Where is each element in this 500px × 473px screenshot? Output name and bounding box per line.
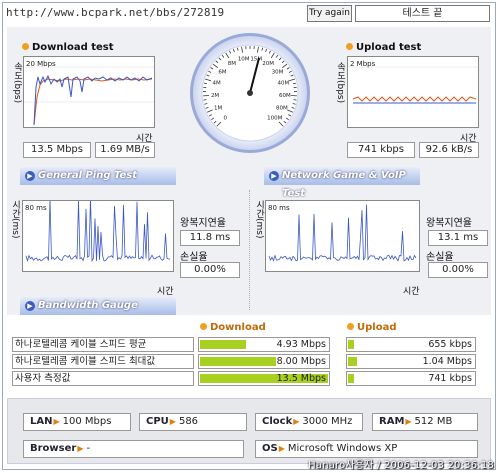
gauge-row-label: 사용자 측정값 <box>12 371 194 386</box>
dial-label: 8M <box>228 61 236 67</box>
upload-series-avg <box>352 96 477 102</box>
ping-left-rtt-value: 11.8 ms <box>180 230 240 246</box>
download-gauge-fill <box>200 357 276 366</box>
try-again-button[interactable]: Try again <box>307 5 352 22</box>
ping-left-loss-value: 0.00% <box>180 262 240 278</box>
ping-right-chart: 80 ms <box>265 200 420 272</box>
dial-label: 40M <box>278 81 290 87</box>
gauge-row-label: 하나로텔레콤 케이블 스피드 평균 <box>12 337 194 352</box>
ping-right-rtt-label: 왕복지연율 <box>426 218 472 229</box>
dial-label: 4M <box>212 81 220 87</box>
download-gauge-bar: 13.5 Mbps <box>198 371 330 386</box>
ping-right-rtt-value: 13.1 ms <box>428 230 488 246</box>
download-gauge-value: 8.00 Mbps <box>276 356 326 367</box>
tab-bandwidth-gauge[interactable]: ▶ Bandwidth Gauge <box>20 297 176 315</box>
upload-title: Upload test <box>346 42 421 53</box>
ram-info: RAM▶ 512 MB <box>372 413 478 431</box>
arrow-right-icon: ▶ <box>269 171 279 181</box>
lan-info: LAN▶ 100 Mbps <box>23 413 131 431</box>
upload-gauge-fill <box>348 374 354 383</box>
triangle-icon: ▶ <box>278 444 285 453</box>
ping-left-chart: 80 ms <box>22 196 174 272</box>
cpu-info: CPU▶ 586 <box>139 413 247 431</box>
download-gauge-value: 13.5 Mbps <box>276 373 326 384</box>
upload-gauge-value: 655 kbps <box>428 339 472 350</box>
upload-gauge-bar: 741 kbps <box>346 371 476 386</box>
dial-label: 1M <box>214 105 222 111</box>
upload-bytes: 92.6 kB/s <box>419 142 479 158</box>
gauge-upload-title: Upload <box>347 322 396 333</box>
download-scale: 20 Mbps <box>26 60 56 68</box>
gauge-download-title: Download <box>200 322 266 333</box>
tab-network-game[interactable]: ▶ Network Game & VoIP Test <box>264 167 420 199</box>
ping-left-chart-svg: 80 ms <box>25 196 171 263</box>
upload-chart-svg: 2 Mbps <box>348 60 478 104</box>
upload-gauge-bar: 1.04 Mbps <box>346 354 476 369</box>
bullet-icon <box>200 323 207 330</box>
download-gauge-fill <box>200 340 246 349</box>
upload-ylabel: 속도(bps) <box>335 62 345 104</box>
download-speed: 13.5 Mbps <box>23 142 91 158</box>
upload-gauge-value: 1.04 Mbps <box>422 356 472 367</box>
download-gauge-value: 4.93 Mbps <box>276 339 326 350</box>
download-gauge-bar: 4.93 Mbps <box>198 337 330 352</box>
ping-left-loss-label: 손실율 <box>180 252 208 263</box>
ping-left-rtt-label: 왕복지연율 <box>180 218 226 229</box>
bullet-icon <box>346 43 353 50</box>
ping-right-scale: 80 ms <box>268 204 290 212</box>
upload-chart: 2 Mbps <box>347 56 479 128</box>
bullet-icon <box>22 43 29 50</box>
arrow-right-icon: ▶ <box>25 171 35 181</box>
ping-right-loss-label: 손실율 <box>426 252 454 263</box>
triangle-icon: ▶ <box>405 417 412 426</box>
ping-left-scale: 80 ms <box>25 204 47 212</box>
dial-label: 0 <box>224 116 228 122</box>
ping-left-xlabel: 시간 <box>157 287 174 297</box>
upload-speed: 741 kbps <box>347 142 415 158</box>
page-url: http://www.bcpark.net/bbs/272819 <box>6 6 225 19</box>
dial-label: 6M <box>218 69 226 75</box>
upload-gauge-bar: 655 kbps <box>346 337 476 352</box>
dial-label: 20M <box>262 61 274 67</box>
triangle-icon: ▶ <box>77 444 84 453</box>
ping-left-ylabel: 시간(ms) <box>10 200 20 239</box>
upload-scale: 2 Mbps <box>350 60 376 68</box>
dial-label: 60M <box>279 93 291 99</box>
dial-label: 30M <box>272 69 284 75</box>
speed-dial: 0 1M 2M 4M 6M 8M 10M 15M 20M 30M 40M 60M 80M 100M <box>190 33 310 153</box>
download-chart-svg: 20 Mbps <box>24 60 154 126</box>
download-title: Download test <box>22 42 114 53</box>
upload-gauge-value: 741 kbps <box>428 373 472 384</box>
upload-gauge-fill <box>348 357 357 366</box>
browser-info: Browser▶ - <box>23 440 244 458</box>
dial-label: 10M <box>238 57 250 63</box>
dial-label: 100M <box>267 116 282 122</box>
dial-label: 15M <box>250 57 262 63</box>
panel-divider <box>249 190 250 310</box>
download-chart: 20 Mbps <box>23 56 155 128</box>
tab-general-ping[interactable]: ▶ General Ping Test <box>20 167 176 185</box>
ping-series <box>25 196 171 263</box>
dial-hub <box>247 90 253 96</box>
download-gauge-bar: 8.00 Mbps <box>198 354 330 369</box>
triangle-icon: ▶ <box>293 417 300 426</box>
dial-label: 80M <box>276 105 288 111</box>
footer-stamp: Hanaro사용자 / 2006-12-03 20:36:18 <box>308 460 494 471</box>
arrow-right-icon: ▶ <box>25 301 35 311</box>
ping-series <box>268 204 417 262</box>
ping-right-chart-svg: 80 ms <box>268 204 417 262</box>
upload-gauge-fill <box>348 340 354 349</box>
bullet-icon <box>347 323 354 330</box>
download-bytes: 1.69 MB/s <box>95 142 155 158</box>
ping-right-loss-value: 0.00% <box>428 262 488 278</box>
triangle-icon: ▶ <box>169 417 176 426</box>
status-display: 테스트 끝 <box>355 5 490 22</box>
clock-info: Clock▶ 3000 MHz <box>255 413 363 431</box>
dial-label: 2M <box>211 93 219 99</box>
gauge-row-label: 하나로텔레콤 케이블 스피드 최대값 <box>12 354 194 369</box>
ping-right-xlabel: 시간 <box>403 287 420 297</box>
speed-dial-svg: 01M 2M 4M 6M8M10M 15M20M 30M 40M 60M 80M 100M <box>201 44 299 142</box>
triangle-icon: ▶ <box>53 417 60 426</box>
download-series <box>33 74 153 126</box>
